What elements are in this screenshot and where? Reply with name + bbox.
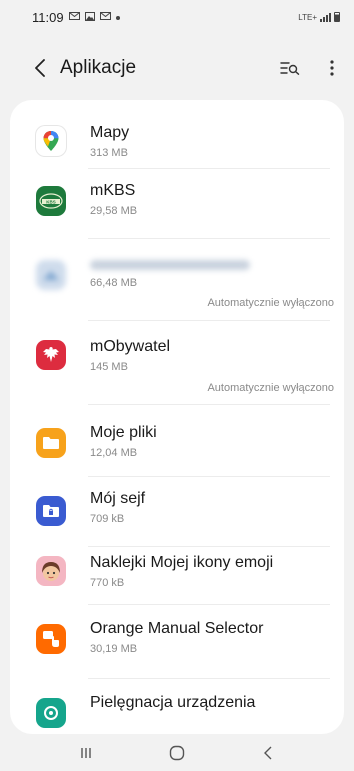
back-button[interactable] (24, 52, 56, 84)
app-list-card: Mapy 313 MB KBS mKBS 29,58 MB 66,48 MB A… (10, 100, 344, 734)
ar-emoji-avatar-icon (36, 556, 66, 586)
app-size: 770 kB (90, 577, 125, 589)
blurred-app-name (90, 260, 250, 270)
home-icon (169, 745, 185, 761)
back-arrow-icon (35, 59, 45, 77)
orange-selector-icon (36, 624, 66, 654)
app-size: 29,58 MB (90, 205, 138, 217)
svg-text:KBS: KBS (46, 199, 56, 204)
list-item-mkbs[interactable]: KBS mKBS 29,58 MB (10, 168, 344, 238)
app-name: mKBS (90, 182, 136, 199)
app-name: mObywatel (90, 338, 171, 355)
app-size: 12,04 MB (90, 447, 138, 459)
google-maps-icon (36, 126, 66, 156)
battery-icon (334, 12, 340, 22)
status-bar: 11:09 LTE+ (0, 0, 354, 34)
app-list: Mapy 313 MB KBS mKBS 29,58 MB 66,48 MB A… (10, 106, 344, 734)
list-item-moje-pliki[interactable]: Moje pliki 12,04 MB (10, 404, 344, 476)
recents-button[interactable] (66, 738, 106, 768)
page-title: Aplikacje (60, 57, 137, 78)
app-size: 66,48 MB (90, 277, 138, 289)
list-item-mapy[interactable]: Mapy 313 MB (10, 106, 344, 168)
mkbs-icon: KBS (36, 186, 66, 216)
home-button[interactable] (157, 738, 197, 768)
device-care-icon (36, 698, 66, 728)
more-options-button[interactable] (320, 54, 344, 82)
app-name: Moje pliki (90, 424, 157, 441)
status-left: 11:09 (32, 10, 120, 25)
app-name: Orange Manual Selector (90, 620, 264, 637)
nav-back-icon (264, 746, 272, 760)
app-size: 313 MB (90, 147, 128, 159)
network-type-label: LTE+ (298, 12, 317, 22)
list-item-orange-selector[interactable]: Orange Manual Selector 30,19 MB (10, 604, 344, 678)
my-files-folder-icon (36, 428, 66, 458)
app-status: Automatycznie wyłączono (207, 382, 334, 394)
list-item-device-care[interactable]: Pielęgnacja urządzenia (10, 678, 344, 734)
list-item-mobywatel[interactable]: mObywatel 145 MB Automatycznie wyłączono (10, 320, 344, 404)
mail-icon (99, 12, 111, 22)
status-right: LTE+ (298, 12, 340, 22)
app-size: 145 MB (90, 361, 128, 373)
app-size: 709 kB (90, 513, 125, 525)
app-bar: Aplikacje (0, 46, 354, 90)
app-name: Pielęgnacja urządzenia (90, 694, 256, 711)
dot-icon (115, 12, 120, 22)
app-name: Mapy (90, 124, 130, 141)
recents-icon (80, 748, 91, 758)
secure-folder-icon (36, 496, 66, 526)
signal-icon (320, 12, 331, 22)
app-name: Mój sejf (90, 490, 146, 507)
navigation-bar (0, 735, 354, 771)
mail-icon (68, 12, 80, 22)
app-status: Automatycznie wyłączono (207, 297, 334, 309)
list-item-blurred-app[interactable]: 66,48 MB Automatycznie wyłączono (10, 238, 344, 320)
search-apps-button[interactable] (276, 54, 304, 82)
blurred-app-icon (36, 260, 66, 290)
list-item-moj-sejf[interactable]: Mój sejf 709 kB (10, 476, 344, 546)
nav-back-button[interactable] (248, 738, 288, 768)
more-vert-icon (330, 60, 334, 76)
list-item-naklejki[interactable]: Naklejki Mojej ikony emoji 770 kB (10, 546, 344, 604)
app-name: Naklejki Mojej ikony emoji (90, 554, 274, 571)
status-time: 11:09 (32, 9, 64, 25)
app-size: 30,19 MB (90, 643, 138, 655)
filter-search-icon (280, 62, 300, 75)
image-icon (84, 11, 95, 23)
mobywatel-eagle-icon (36, 340, 66, 370)
phone-screen: 11:09 LTE+ Aplikacje Mapy 313 MB KBS mKB… (0, 0, 354, 771)
